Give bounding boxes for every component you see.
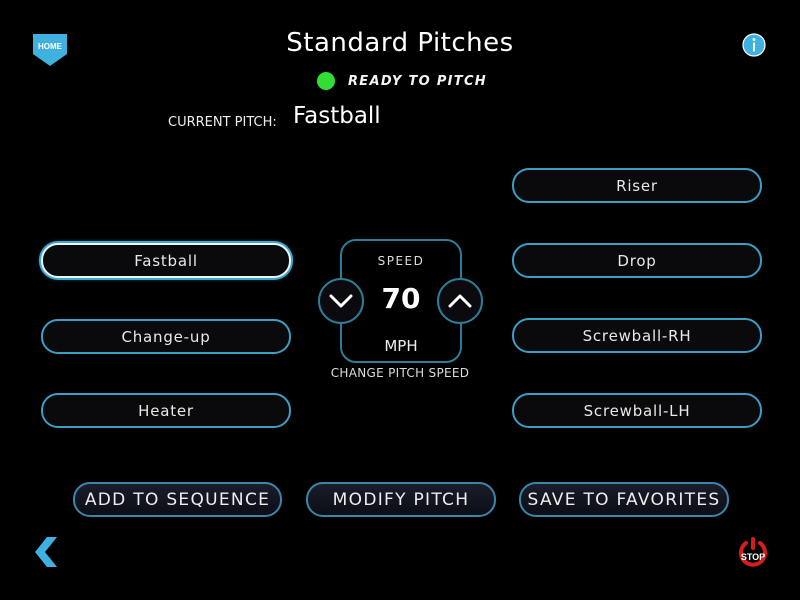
modify-pitch-button[interactable]: MODIFY PITCH	[306, 482, 496, 517]
add-to-sequence-button[interactable]: ADD TO SEQUENCE	[73, 482, 282, 517]
chevron-down-icon	[329, 294, 353, 308]
pitch-label: Screwball-RH	[582, 326, 692, 345]
chevron-up-icon	[448, 294, 472, 308]
speed-increase-button[interactable]	[437, 278, 483, 324]
pitch-label: Heater	[138, 401, 194, 420]
pitch-label: Fastball	[134, 251, 198, 270]
current-pitch-value: Fastball	[293, 103, 381, 129]
pitch-label: Riser	[616, 176, 658, 195]
info-button[interactable]	[742, 33, 766, 57]
pitch-label: Drop	[617, 251, 657, 270]
status-text: READY TO PITCH	[348, 73, 487, 89]
page-title: Standard Pitches	[286, 28, 514, 58]
speed-caption: CHANGE PITCH SPEED	[330, 366, 470, 380]
pitch-button-change-up[interactable]: Change-up	[41, 319, 291, 354]
current-pitch-label: CURRENT PITCH:	[168, 115, 277, 130]
status-dot	[317, 72, 335, 90]
speed-label: SPEED	[377, 254, 425, 268]
chevron-left-icon	[35, 537, 57, 567]
save-to-favorites-button[interactable]: SAVE TO FAVORITES	[519, 482, 729, 517]
back-button[interactable]	[33, 535, 59, 569]
pitch-label: Screwball-LH	[583, 401, 691, 420]
speed-decrease-button[interactable]	[318, 278, 364, 324]
pitch-button-drop[interactable]: Drop	[512, 243, 762, 278]
pitch-button-riser[interactable]: Riser	[512, 168, 762, 203]
pitch-label: Change-up	[121, 327, 211, 346]
stop-power-icon: STOP	[739, 537, 767, 567]
info-icon	[742, 33, 766, 57]
pitch-button-fastball[interactable]: Fastball	[41, 243, 291, 278]
pitch-button-heater[interactable]: Heater	[41, 393, 291, 428]
svg-text:STOP: STOP	[741, 552, 765, 562]
status-indicator: READY TO PITCH	[317, 72, 487, 90]
speed-unit: MPH	[384, 337, 418, 355]
pitch-button-screwball-rh[interactable]: Screwball-RH	[512, 318, 762, 353]
stop-button[interactable]: STOP	[736, 535, 770, 569]
pitch-button-screwball-lh[interactable]: Screwball-LH	[512, 393, 762, 428]
